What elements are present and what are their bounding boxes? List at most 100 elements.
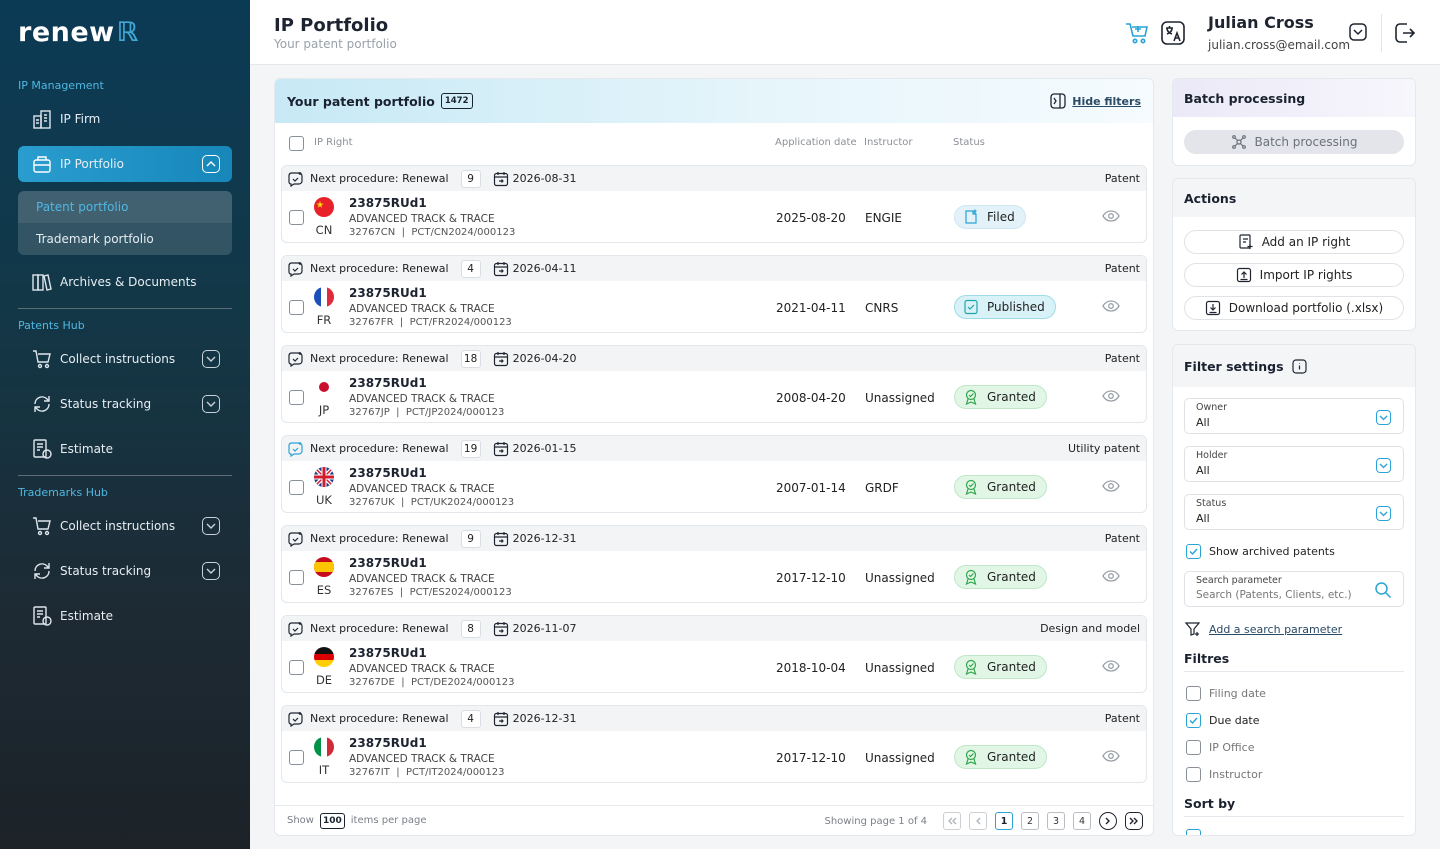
- checkbox-unchecked[interactable]: [1186, 740, 1201, 755]
- sidebar-item-trademark-status[interactable]: Status tracking: [18, 553, 232, 589]
- sidebar-item-archives[interactable]: Archives & Documents: [18, 264, 232, 300]
- due-date: 2026-11-07: [512, 622, 577, 635]
- column-header-application-date[interactable]: Application date: [775, 137, 857, 148]
- search-icon[interactable]: [1374, 581, 1392, 599]
- table-row[interactable]: Next procedure: Renewal 9 2026-08-31 Pat…: [281, 165, 1147, 243]
- checkbox-checked[interactable]: [1186, 829, 1201, 835]
- hide-filters-link[interactable]: Hide filters: [1050, 93, 1141, 109]
- logo[interactable]: renew ℝ: [18, 14, 139, 50]
- pagination: Showing page 1 of 4 1 2 3 4: [825, 812, 1143, 830]
- ip-reference[interactable]: 23875RUd1: [349, 466, 427, 480]
- add-ip-right-button[interactable]: Add an IP right: [1184, 230, 1404, 254]
- show-archived-checkbox[interactable]: Show archived patents: [1186, 544, 1335, 559]
- page-button-4[interactable]: 4: [1073, 812, 1091, 830]
- sort-option-checkbox[interactable]: [1186, 829, 1209, 835]
- sidebar-subitem-patent-portfolio[interactable]: Patent portfolio: [18, 191, 232, 223]
- sidebar-item-patent-estimate[interactable]: Estimate: [18, 431, 232, 467]
- view-eye-icon[interactable]: [1102, 750, 1120, 762]
- ip-reference[interactable]: 23875RUd1: [349, 736, 427, 750]
- row-checkbox[interactable]: [289, 750, 304, 765]
- table-row[interactable]: Next procedure: Renewal 18 2026-04-20 Pa…: [281, 345, 1147, 423]
- row-checkbox[interactable]: [289, 660, 304, 675]
- table-row[interactable]: Next procedure: Renewal 9 2026-12-31 Pat…: [281, 525, 1147, 603]
- table-row[interactable]: Next procedure: Renewal 19 2026-01-15 Ut…: [281, 435, 1147, 513]
- row-checkbox[interactable]: [289, 210, 304, 225]
- row-checkbox[interactable]: [289, 300, 304, 315]
- info-icon[interactable]: [1291, 358, 1307, 374]
- page-button-3[interactable]: 3: [1047, 812, 1065, 830]
- ip-reference[interactable]: 23875RUd1: [349, 376, 427, 390]
- row-procedure-bar: Next procedure: Renewal 4 2026-04-11 Pat…: [282, 256, 1146, 281]
- chevron-down-icon[interactable]: [202, 350, 220, 368]
- ip-office-checkbox[interactable]: IP Office: [1186, 740, 1254, 755]
- sidebar-item-patent-status[interactable]: Status tracking: [18, 386, 232, 422]
- first-page-icon[interactable]: [943, 812, 961, 830]
- chevron-down-icon[interactable]: [202, 562, 220, 580]
- sidebar-item-label: Status tracking: [60, 564, 152, 578]
- table-row[interactable]: Next procedure: Renewal 4 2026-04-11 Pat…: [281, 255, 1147, 333]
- column-header-instructor[interactable]: Instructor: [864, 137, 913, 148]
- import-ip-rights-label: Import IP rights: [1259, 268, 1353, 282]
- logout-icon[interactable]: [1393, 21, 1419, 47]
- translate-icon[interactable]: [1160, 20, 1186, 46]
- add-search-parameter-link[interactable]: Add a search parameter: [1185, 621, 1342, 637]
- page-button-2[interactable]: 2: [1021, 812, 1039, 830]
- ip-owner: ADVANCED TRACK & TRACE: [349, 213, 495, 225]
- download-portfolio-button[interactable]: Download portfolio (.xlsx): [1184, 296, 1404, 320]
- checkbox-unchecked[interactable]: [1186, 767, 1201, 782]
- prev-page-icon[interactable]: [969, 812, 987, 830]
- batch-processing-button[interactable]: Batch processing: [1184, 130, 1404, 154]
- due-date-checkbox[interactable]: Due date: [1186, 713, 1260, 728]
- sidebar-divider: [18, 475, 232, 476]
- instructor-checkbox[interactable]: Instructor: [1186, 767, 1262, 782]
- sidebar-item-trademark-estimate[interactable]: Estimate: [18, 598, 232, 634]
- ip-reference[interactable]: 23875RUd1: [349, 646, 427, 660]
- holder-select[interactable]: Holder All: [1184, 446, 1404, 482]
- view-eye-icon[interactable]: [1102, 390, 1120, 402]
- sidebar-item-label: Archives & Documents: [60, 275, 197, 289]
- chevron-up-icon[interactable]: [202, 155, 220, 173]
- chevron-down-icon[interactable]: [202, 395, 220, 413]
- page-button-1[interactable]: 1: [995, 812, 1013, 830]
- owner-select[interactable]: Owner All: [1184, 398, 1404, 434]
- sidebar-item-patent-collect[interactable]: Collect instructions: [18, 341, 232, 377]
- select-all-checkbox[interactable]: [289, 136, 304, 151]
- table-row[interactable]: Next procedure: Renewal 8 2026-11-07 Des…: [281, 615, 1147, 693]
- items-per-page-select[interactable]: 100: [319, 812, 345, 829]
- row-checkbox[interactable]: [289, 390, 304, 405]
- search-input[interactable]: Search (Patents, Clients, etc.): [1196, 589, 1352, 601]
- view-eye-icon[interactable]: [1102, 210, 1120, 222]
- view-eye-icon[interactable]: [1102, 300, 1120, 312]
- view-eye-icon[interactable]: [1102, 570, 1120, 582]
- sidebar-item-ip-firm[interactable]: IP Firm: [18, 101, 232, 137]
- table-row[interactable]: Next procedure: Renewal 4 2026-12-31 Pat…: [281, 705, 1147, 783]
- status-select[interactable]: Status All: [1184, 494, 1404, 530]
- sidebar-item-trademark-collect[interactable]: Collect instructions: [18, 508, 232, 544]
- next-page-icon[interactable]: [1099, 812, 1117, 830]
- sidebar-item-ip-portfolio[interactable]: IP Portfolio: [18, 146, 232, 182]
- procedure-number: 8: [460, 619, 481, 638]
- ip-reference[interactable]: 23875RUd1: [349, 286, 427, 300]
- cart-icon[interactable]: [1124, 20, 1150, 46]
- status-label: Granted: [987, 480, 1036, 494]
- view-eye-icon[interactable]: [1102, 480, 1120, 492]
- filing-date-checkbox[interactable]: Filing date: [1186, 686, 1266, 701]
- checkbox-checked[interactable]: [1186, 544, 1201, 559]
- checkbox-checked[interactable]: [1186, 713, 1201, 728]
- ip-reference[interactable]: 23875RUd1: [349, 196, 427, 210]
- filter-settings-title: Filter settings: [1184, 358, 1284, 374]
- sidebar-subitem-trademark-portfolio[interactable]: Trademark portfolio: [18, 223, 232, 255]
- column-header-status[interactable]: Status: [953, 137, 985, 148]
- ip-reference[interactable]: 23875RUd1: [349, 556, 427, 570]
- import-ip-rights-button[interactable]: Import IP rights: [1184, 263, 1404, 287]
- last-page-icon[interactable]: [1125, 812, 1143, 830]
- view-eye-icon[interactable]: [1102, 660, 1120, 672]
- row-checkbox[interactable]: [289, 570, 304, 585]
- column-header-ip-right[interactable]: IP Right: [314, 137, 353, 148]
- search-parameter-field[interactable]: Search parameter Search (Patents, Client…: [1184, 571, 1404, 607]
- chevron-down-icon[interactable]: [1349, 23, 1369, 43]
- checkbox-unchecked[interactable]: [1186, 686, 1201, 701]
- show-label: Show: [287, 815, 314, 826]
- row-checkbox[interactable]: [289, 480, 304, 495]
- chevron-down-icon[interactable]: [202, 517, 220, 535]
